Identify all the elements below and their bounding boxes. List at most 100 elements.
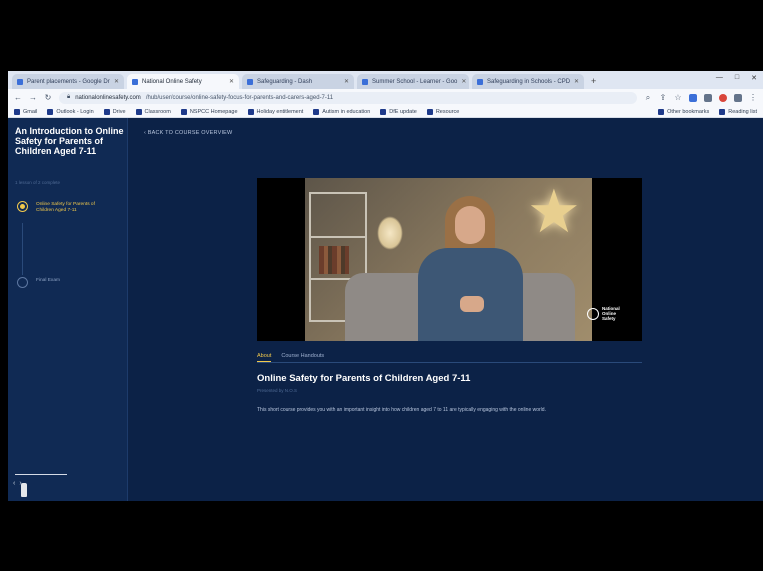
mouse-cursor-icon: [21, 483, 27, 497]
bookmark-star-icon[interactable]: ☆: [674, 93, 682, 102]
lamp: [377, 216, 403, 250]
close-icon[interactable]: ✕: [574, 78, 579, 85]
back-to-overview-link[interactable]: ‹ BACK TO COURSE OVERVIEW: [144, 130, 232, 136]
step-label: Final Exam: [36, 278, 60, 283]
bookmarks-bar: Gmail Outlook - Login Drive Classroom NS…: [8, 106, 763, 118]
current-step-icon: [17, 201, 28, 212]
video-player[interactable]: ★ National Online Safety: [257, 178, 642, 341]
minimize-icon[interactable]: —: [716, 74, 723, 82]
tab-label: Safeguarding in Schools - CPD: [487, 78, 571, 85]
step-label: Online Safety for Parents of Children Ag…: [36, 202, 95, 213]
bookmark-item[interactable]: NSPCC Homepage: [180, 108, 238, 115]
other-bookmarks[interactable]: Other bookmarks: [658, 108, 709, 115]
video-frame: Parent placements - Google Dr ✕ National …: [0, 0, 763, 571]
favicon-icon: [17, 78, 23, 85]
sidebar-divider: [15, 474, 67, 475]
content-tabs: About Course Handouts: [257, 351, 642, 363]
favicon-icon: [362, 78, 368, 85]
url-host: nationalonlinesafety.com: [75, 94, 141, 101]
new-tab-button[interactable]: +: [587, 74, 600, 89]
back-arrow-icon[interactable]: ←: [14, 93, 22, 102]
prev-icon[interactable]: ‹: [13, 480, 15, 487]
course-sidebar: An Introduction to Online Safety for Par…: [8, 118, 128, 501]
url-path: /hub/user/course/online-safety-focus-for…: [145, 94, 334, 101]
lesson-step-2[interactable]: Final Exam: [17, 277, 108, 288]
browser-tab[interactable]: Parent placements - Google Dr ✕: [12, 74, 124, 89]
favicon-icon: [132, 78, 138, 85]
bookmark-item[interactable]: Outlook - Login: [47, 108, 94, 115]
close-icon[interactable]: ✕: [114, 78, 119, 85]
browser-tab[interactable]: Summer School - Learner - Goo ✕: [357, 74, 469, 89]
reading-list[interactable]: Reading list: [719, 108, 757, 115]
close-icon[interactable]: ✕: [461, 78, 466, 85]
close-icon[interactable]: ✕: [344, 78, 349, 85]
browser-tab[interactable]: Safeguarding - Dash ✕: [242, 74, 354, 89]
maximize-icon[interactable]: □: [735, 74, 739, 82]
video-title: Online Safety for Parents of Children Ag…: [257, 373, 471, 384]
logo-ring-icon: [587, 307, 599, 320]
presenter-body: [418, 248, 523, 341]
extension-icon[interactable]: [719, 93, 727, 102]
reload-icon[interactable]: ↻: [44, 93, 52, 102]
presenter-face: [455, 206, 485, 244]
step-connector: [22, 223, 23, 275]
extension-icon[interactable]: [689, 93, 697, 102]
tab-strip: Parent placements - Google Dr ✕ National …: [8, 71, 763, 89]
favicon-icon: [477, 78, 483, 85]
browser-tab[interactable]: Safeguarding in Schools - CPD ✕: [472, 74, 584, 89]
menu-dots-icon[interactable]: ⋮: [749, 93, 757, 102]
tab-label: National Online Safety: [142, 78, 202, 85]
bookmark-icon: [426, 108, 433, 115]
forward-arrow-icon[interactable]: →: [29, 93, 37, 102]
progress-note: 1 lesson of 2 complete: [15, 180, 61, 185]
step-circle-icon: [17, 277, 28, 288]
tab-course-handouts[interactable]: Course Handouts: [281, 351, 324, 362]
lesson-step-1[interactable]: Online Safety for Parents of Children Ag…: [17, 201, 108, 214]
video-meta: Presented by N.O.S: [257, 388, 298, 393]
tab-label: Safeguarding - Dash: [257, 78, 313, 85]
tab-label: Parent placements - Google Dr: [27, 78, 110, 85]
browser-toolbar: ← → ↻ 🔒︎ nationalonlinesafety.com/hub/us…: [8, 89, 763, 106]
bookmarks-right: Other bookmarks Reading list: [658, 108, 757, 115]
extension-icon[interactable]: [704, 93, 712, 102]
close-icon[interactable]: ✕: [229, 78, 234, 85]
bookmark-icon: [135, 108, 142, 115]
bookmark-icon: [47, 108, 54, 115]
window-controls: — □ ✕: [716, 74, 757, 82]
bookmark-item[interactable]: DfE update: [380, 108, 417, 115]
share-icon[interactable]: ⇪: [659, 93, 667, 102]
bookmark-icon: [380, 108, 387, 115]
browser-window: Parent placements - Google Dr ✕ National …: [8, 71, 763, 501]
bookmark-item[interactable]: Resource: [426, 108, 459, 115]
folder-icon: [658, 108, 665, 115]
bookmark-icon: [14, 108, 20, 115]
bookmark-item[interactable]: Holiday entitlement: [247, 108, 303, 115]
course-page: An Introduction to Online Safety for Par…: [8, 118, 763, 501]
bookmark-icon: [313, 108, 320, 115]
logo-text: National Online Safety: [602, 306, 620, 321]
bookmark-item[interactable]: Classroom: [135, 108, 171, 115]
nos-logo: National Online Safety: [587, 306, 624, 321]
course-title: An Introduction to Online Safety for Par…: [15, 126, 124, 156]
tab-about[interactable]: About: [257, 351, 272, 362]
video-description: This short course provides you with an i…: [257, 407, 546, 413]
tab-label: Summer School - Learner - Goo: [372, 78, 458, 85]
books: [319, 246, 349, 274]
bookmark-icon: [103, 108, 110, 115]
lock-icon: 🔒︎: [67, 94, 71, 100]
close-window-icon[interactable]: ✕: [751, 74, 757, 82]
reading-list-icon: [719, 108, 726, 115]
bookmark-icon: [180, 108, 187, 115]
video-frame-image: ★: [305, 178, 592, 341]
presenter-hands: [460, 296, 484, 312]
bookmark-item[interactable]: Autism in education: [313, 108, 370, 115]
star-light-icon: ★: [527, 178, 581, 245]
bookmark-icon: [247, 108, 254, 115]
favicon-icon: [247, 78, 253, 85]
bookmark-item[interactable]: Drive: [103, 108, 126, 115]
zoom-icon[interactable]: ⌕: [644, 93, 652, 103]
extension-icon[interactable]: [734, 93, 742, 102]
browser-tab-active[interactable]: National Online Safety ✕: [127, 74, 239, 89]
bookmark-item[interactable]: Gmail: [14, 108, 37, 115]
address-bar[interactable]: 🔒︎ nationalonlinesafety.com/hub/user/cou…: [59, 91, 637, 104]
